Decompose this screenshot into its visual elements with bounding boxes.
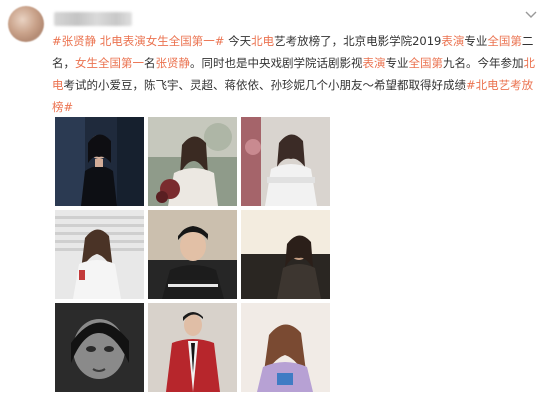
post-text: #张贤静 北电表演女生全国第一# 今天北电艺考放榜了，北京电影学院2019表演专…: [52, 30, 542, 118]
weibo-post: #张贤静 北电表演女生全国第一# 今天北电艺考放榜了，北京电影学院2019表演专…: [0, 0, 550, 400]
username-blurred[interactable]: [54, 12, 132, 26]
highlight-keyword: 女生全国第一: [75, 56, 144, 70]
photo-grid: [55, 117, 330, 393]
text-segment: 九名。今年参加: [443, 56, 524, 70]
mention-link[interactable]: 张贤静: [156, 56, 191, 70]
photo-1[interactable]: [55, 117, 144, 206]
highlight-keyword: 表演: [441, 34, 465, 48]
photo-5[interactable]: [148, 210, 237, 299]
photo-4[interactable]: [55, 210, 144, 299]
topic-hashtag-1[interactable]: #张贤静 北电表演女生全国第一#: [52, 34, 224, 48]
photo-9[interactable]: [241, 303, 330, 392]
text-segment: 。同时也是中央戏剧学院话剧影视: [190, 56, 363, 70]
text-segment: 名: [144, 56, 156, 70]
photo-2[interactable]: [148, 117, 237, 206]
photo-8[interactable]: [148, 303, 237, 392]
text-segment: 考试的小爱豆，陈飞宇、灵超、蒋依依、孙珍妮几个小朋友～希望都取得好成绩: [63, 78, 467, 92]
text-segment: 专业: [464, 34, 488, 48]
highlight-keyword: 全国第: [408, 56, 444, 70]
photo-3[interactable]: [241, 117, 330, 206]
highlight-keyword: 全国第: [487, 34, 522, 48]
photo-7[interactable]: [55, 303, 144, 392]
text-segment: 艺考放榜了，北京电影学院2019: [274, 34, 442, 48]
highlight-keyword: 表演: [362, 56, 386, 70]
avatar[interactable]: [8, 6, 44, 42]
photo-6[interactable]: [241, 210, 330, 299]
highlight-keyword: 北电: [251, 34, 275, 48]
text-segment: 专业: [385, 56, 409, 70]
text-segment: 今天: [224, 34, 252, 48]
chevron-down-icon[interactable]: [524, 8, 538, 22]
